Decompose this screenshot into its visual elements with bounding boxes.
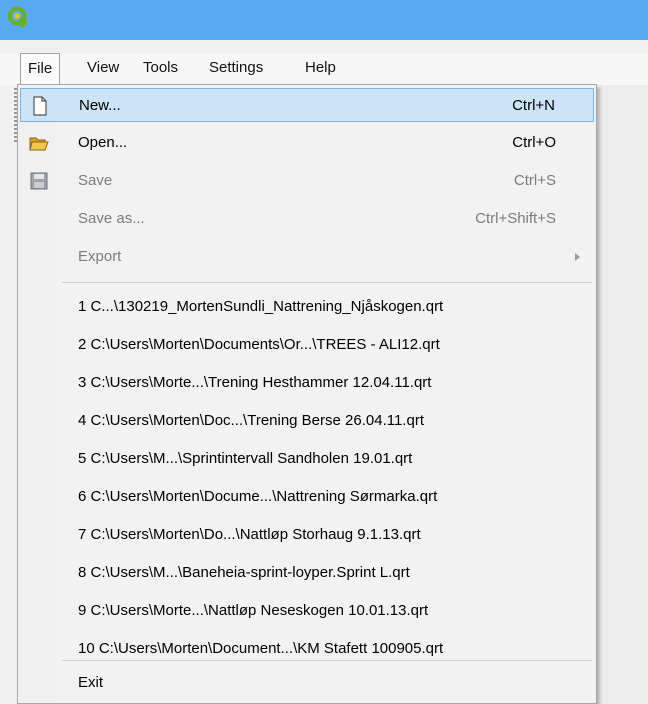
menu-item-shortcut: Ctrl+O [512, 134, 556, 151]
menu-item-new[interactable]: New... Ctrl+N [20, 88, 594, 122]
menu-item-export[interactable]: Export [20, 240, 594, 274]
submenu-arrow-icon [575, 253, 580, 261]
menu-bar: File View Tools Settings Help [0, 53, 648, 85]
workspace-background [600, 85, 648, 704]
open-folder-icon [29, 137, 49, 151]
file-menu-dropdown: New... Ctrl+N Open... Ctrl+O Save Ctrl+S… [17, 84, 597, 704]
recent-file-label: 3 C:\Users\Morte...\Trening Hesthammer 1… [78, 374, 432, 391]
menu-item-exit[interactable]: Exit [20, 666, 594, 700]
menu-separator [62, 660, 592, 661]
recent-file-item[interactable]: 8 C:\Users\M...\Baneheia-sprint-loyper.S… [20, 556, 594, 590]
menu-item-label: Export [78, 248, 122, 265]
recent-file-item[interactable]: 5 C:\Users\M...\Sprintintervall Sandhole… [20, 442, 594, 476]
new-document-icon [33, 96, 47, 116]
menu-tools[interactable]: Tools [136, 53, 185, 83]
recent-file-item[interactable]: 4 C:\Users\Morten\Doc...\Trening Berse 2… [20, 404, 594, 438]
recent-file-label: 6 C:\Users\Morten\Docume...\Nattrening S… [78, 488, 438, 505]
recent-file-label: 5 C:\Users\M...\Sprintintervall Sandhole… [78, 450, 413, 467]
title-bar [0, 0, 648, 40]
save-disk-icon [30, 172, 48, 190]
recent-file-label: 2 C:\Users\Morten\Documents\Or...\TREES … [78, 336, 440, 353]
recent-file-label: 7 C:\Users\Morten\Do...\Nattløp Storhaug… [78, 526, 421, 543]
menu-item-label: Open... [78, 134, 128, 151]
menu-item-save-as[interactable]: Save as... Ctrl+Shift+S [20, 202, 594, 236]
menu-item-label: New... [79, 97, 121, 114]
menu-settings[interactable]: Settings [202, 53, 270, 83]
recent-file-item[interactable]: 1 C...\130219_MortenSundli_Nattrening_Nj… [20, 290, 594, 324]
menu-item-save[interactable]: Save Ctrl+S [20, 164, 594, 198]
recent-file-item[interactable]: 2 C:\Users\Morten\Documents\Or...\TREES … [20, 328, 594, 362]
recent-file-item[interactable]: 7 C:\Users\Morten\Do...\Nattløp Storhaug… [20, 518, 594, 552]
qgis-logo-icon [7, 6, 28, 28]
menu-file[interactable]: File [20, 53, 61, 84]
recent-file-label: 4 C:\Users\Morten\Doc...\Trening Berse 2… [78, 412, 424, 429]
menu-item-open[interactable]: Open... Ctrl+O [20, 126, 594, 160]
menu-separator [62, 282, 592, 283]
recent-file-label: 9 C:\Users\Morte...\Nattløp Neseskogen 1… [78, 602, 429, 619]
recent-file-item[interactable]: 6 C:\Users\Morten\Docume...\Nattrening S… [20, 480, 594, 514]
menu-item-label: Save as... [78, 210, 145, 227]
menu-item-label: Exit [78, 674, 104, 691]
recent-file-item[interactable]: 9 C:\Users\Morte...\Nattløp Neseskogen 1… [20, 594, 594, 628]
menu-help[interactable]: Help [298, 53, 343, 83]
menu-item-shortcut: Ctrl+Shift+S [475, 210, 556, 227]
menu-item-shortcut: Ctrl+N [512, 97, 555, 114]
menu-item-label: Save [78, 172, 113, 189]
recent-file-label: 1 C...\130219_MortenSundli_Nattrening_Nj… [78, 298, 444, 315]
menu-view[interactable]: View [80, 53, 126, 83]
recent-file-item[interactable]: 3 C:\Users\Morte...\Trening Hesthammer 1… [20, 366, 594, 400]
recent-file-label: 8 C:\Users\M...\Baneheia-sprint-loyper.S… [78, 564, 410, 581]
menu-item-shortcut: Ctrl+S [513, 172, 556, 189]
